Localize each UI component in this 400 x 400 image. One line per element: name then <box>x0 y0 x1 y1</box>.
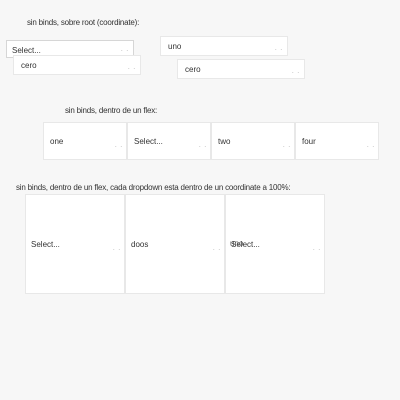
dropdown-value: two <box>218 137 231 146</box>
overlapping-value: uno <box>230 239 244 248</box>
section1-heading: sin binds, sobre root (coordinate): <box>27 18 140 27</box>
section2-heading: sin binds, dentro de un flex: <box>65 106 158 115</box>
dropdown-coord-2[interactable]: doos . . <box>125 194 225 294</box>
dropdown-value: doos <box>131 240 149 249</box>
chevron-down-icon: . . <box>127 65 136 71</box>
chevron-down-icon: . . <box>112 246 121 252</box>
chevron-down-icon: . . <box>366 143 375 149</box>
chevron-down-icon: . . <box>282 143 291 149</box>
dropdown-value: cero <box>21 61 37 70</box>
chevron-down-icon: . . <box>120 47 129 53</box>
dropdown-root-2[interactable]: uno . . <box>160 36 288 56</box>
page: sin binds, sobre root (coordinate): Sele… <box>0 0 400 400</box>
dropdown-flex-2[interactable]: Select... . . <box>127 122 211 160</box>
dropdown-root-4[interactable]: cero . . <box>177 59 305 79</box>
flex-row: one . . Select... . . two . . four . . <box>43 122 379 160</box>
dropdown-value: four <box>302 137 316 146</box>
coordinate-cell: Select... . . uno <box>225 194 325 294</box>
flex-row-coordinates: Select... . . doos . . Select... . . uno <box>25 194 325 294</box>
dropdown-value: Select... <box>12 46 41 55</box>
dropdown-flex-1[interactable]: one . . <box>43 122 127 160</box>
chevron-down-icon: . . <box>212 246 221 252</box>
dropdown-value: uno <box>168 42 182 51</box>
chevron-down-icon: . . <box>114 143 123 149</box>
dropdown-value: Select... <box>31 240 60 249</box>
coordinate-cell: doos . . <box>125 194 225 294</box>
dropdown-value: Select... <box>134 137 163 146</box>
chevron-down-icon: . . <box>198 143 207 149</box>
section3-heading: sin binds, dentro de un flex, cada dropd… <box>16 183 291 192</box>
dropdown-value: cero <box>185 65 201 74</box>
chevron-down-icon: . . <box>291 69 300 75</box>
chevron-down-icon: . . <box>274 46 283 52</box>
chevron-down-icon: . . <box>312 246 321 252</box>
dropdown-flex-3[interactable]: two . . <box>211 122 295 160</box>
dropdown-flex-4[interactable]: four . . <box>295 122 379 160</box>
dropdown-root-3[interactable]: cero . . <box>13 55 141 75</box>
dropdown-value: one <box>50 137 64 146</box>
dropdown-coord-1[interactable]: Select... . . <box>25 194 125 294</box>
coordinate-cell: Select... . . <box>25 194 125 294</box>
